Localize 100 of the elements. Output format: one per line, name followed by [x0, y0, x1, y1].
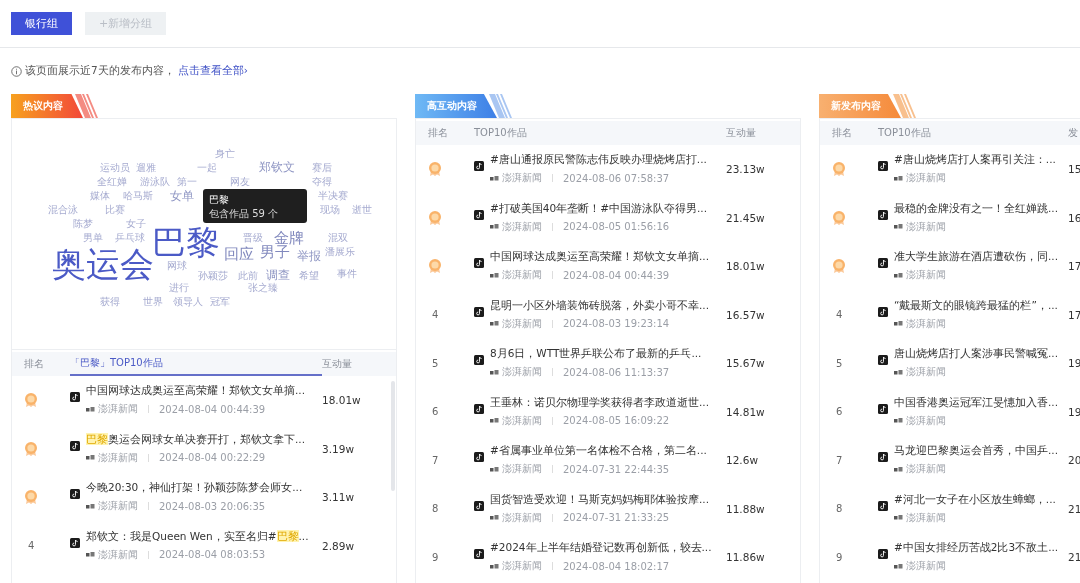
work-title[interactable]: 巴黎奥运会网球女单决赛开打，郑钦文拿下...	[86, 432, 322, 447]
column-header: TOP10作品	[878, 126, 932, 140]
word-cloud-word[interactable]: 晋级	[243, 233, 263, 243]
source-name: 澎湃新闻	[502, 365, 542, 380]
publish-time: 2024-07-31 22:44:35	[563, 463, 670, 475]
publish-time: 2024-08-04 00:44:39	[159, 403, 266, 415]
word-cloud-word[interactable]: 混双	[328, 233, 348, 243]
work-title[interactable]: #打破美国40年垄断！#中国游泳队夺得男...	[490, 201, 726, 216]
source-name: 澎湃新闻	[502, 219, 542, 234]
rank-number: 4	[431, 309, 439, 321]
word-cloud-word[interactable]: 赛后	[312, 163, 332, 173]
word-cloud-word[interactable]: 孙颖莎	[198, 271, 228, 281]
word-cloud-word[interactable]: 女单	[170, 190, 194, 202]
work-title[interactable]: #中国女排经历苦战2比3不敌土...	[894, 541, 1068, 556]
word-cloud-word[interactable]: 遛雅	[136, 163, 156, 173]
word-cloud-word[interactable]: 游泳队	[140, 177, 170, 187]
work-title[interactable]: 中国网球达成奥运至高荣耀！郑钦文女单摘...	[490, 250, 726, 265]
word-cloud-word[interactable]: 举报	[297, 250, 321, 262]
word-cloud-word[interactable]: 网友	[230, 177, 250, 187]
work-title[interactable]: 唐山烧烤店打人案涉事民警喊冤...	[894, 347, 1068, 362]
work-title[interactable]: 郑钦文：我是Queen Wen，实至名归#巴黎...	[86, 529, 322, 544]
work-title[interactable]: #河北一女子在小区放生蟑螂，...	[894, 492, 1068, 507]
source-name: 澎湃新闻	[98, 547, 138, 562]
column-header: 互动量	[322, 357, 353, 371]
group-button[interactable]: 银行组	[11, 12, 72, 35]
word-cloud-word[interactable]: 现场	[320, 205, 340, 215]
word-cloud-word[interactable]: 郑钦文	[259, 161, 295, 173]
word-cloud-word[interactable]: 领导人	[173, 297, 203, 307]
word-cloud-word[interactable]: 张之臻	[248, 283, 278, 293]
word-cloud-word[interactable]: 男子	[260, 245, 290, 260]
word-cloud-word[interactable]: 奥运会	[52, 247, 154, 281]
word-cloud-word[interactable]: 夺得	[312, 177, 332, 187]
word-cloud-word[interactable]: 全红婵	[97, 177, 127, 187]
work-title[interactable]: 准大学生旅游在酒店遭砍伤，同...	[894, 250, 1068, 265]
metric-value: 2.89w	[322, 539, 355, 552]
word-cloud-word[interactable]: 乒乓球	[115, 233, 145, 243]
word-cloud-word[interactable]: 网球	[167, 261, 187, 271]
work-title[interactable]: 今晚20:30，神仙打架！孙颖莎陈梦会师女...	[86, 481, 322, 496]
word-cloud-word[interactable]: 巴黎	[152, 225, 220, 259]
word-cloud-word[interactable]: 身亡	[215, 149, 235, 159]
works-tab[interactable]: 「巴黎」TOP10作品	[70, 352, 322, 376]
work-title[interactable]: 昆明一小区外墙装饰砖脱落，外卖小哥不幸...	[490, 298, 726, 313]
work-title[interactable]: 最稳的金牌没有之一！全红婵跳...	[894, 201, 1068, 216]
view-all-link[interactable]: 点击查看全部›	[177, 64, 248, 78]
word-cloud-word[interactable]: 男单	[83, 233, 103, 243]
source-logo-icon	[894, 563, 903, 569]
word-cloud-word[interactable]: 女子	[126, 219, 146, 229]
column-header: 排名	[831, 126, 853, 140]
work-title[interactable]: 8月6日，WTT世界乒联公布了最新的乒乓...	[490, 347, 726, 362]
word-cloud-word[interactable]: 金牌	[274, 231, 304, 246]
work-title[interactable]: 王垂林：诺贝尔物理学奖获得者李政道逝世...	[490, 395, 726, 410]
word-cloud-word[interactable]: 逝世	[352, 205, 372, 215]
video-app-icon	[70, 440, 80, 451]
source-logo-icon	[490, 369, 499, 375]
video-app-icon	[474, 355, 484, 366]
tooltip-text: 包含作品 59 个	[209, 207, 280, 221]
work-title[interactable]: #省属事业单位第一名体检不合格，第二名...	[490, 444, 726, 459]
work-title[interactable]: #2024年上半年结婚登记数再创新低，较去...	[490, 541, 726, 556]
source-logo-icon	[490, 224, 499, 230]
metric-value: 19	[1068, 405, 1080, 418]
word-cloud-word[interactable]: 回应	[224, 247, 254, 262]
word-cloud-word[interactable]: 世界	[143, 297, 163, 307]
video-app-icon	[474, 306, 484, 317]
source-logo-icon	[490, 466, 499, 472]
word-cloud-word[interactable]: 希望	[299, 271, 319, 281]
source-name: 澎湃新闻	[906, 219, 946, 234]
video-app-icon	[878, 161, 888, 172]
work-title[interactable]: #唐山烧烤店打人案再引关注：...	[894, 153, 1068, 168]
source-name: 澎湃新闻	[502, 510, 542, 525]
word-cloud-word[interactable]: 获得	[100, 297, 120, 307]
word-cloud-word[interactable]: 混合泳	[48, 205, 78, 215]
metric-value: 17	[1068, 260, 1080, 273]
video-app-icon	[474, 403, 484, 414]
word-cloud-word[interactable]: 比赛	[105, 205, 125, 215]
word-cloud-word[interactable]: 运动员	[100, 163, 130, 173]
rank-number: 7	[835, 454, 843, 466]
video-app-icon	[474, 549, 484, 560]
word-cloud-word[interactable]: 冠军	[210, 297, 230, 307]
tooltip-title: 巴黎	[209, 193, 230, 207]
word-cloud-word[interactable]: 哈马斯	[123, 191, 153, 201]
word-cloud-word[interactable]: 进行	[169, 283, 189, 293]
word-cloud-word[interactable]: 陈梦	[73, 219, 93, 229]
word-cloud-word[interactable]: 半决赛	[318, 191, 348, 201]
work-title[interactable]: 马龙迎巴黎奥运会首秀，中国乒...	[894, 444, 1068, 459]
source-logo-icon	[490, 418, 499, 424]
work-title[interactable]: 国货智造受欢迎！马斯克妈妈梅耶体验按摩...	[490, 492, 726, 507]
word-cloud-word[interactable]: 此前	[238, 271, 258, 281]
word-cloud-word[interactable]: 事件	[337, 269, 357, 279]
video-app-icon	[878, 306, 888, 317]
work-title[interactable]: 中国香港奥运冠军江旻憓加入香...	[894, 395, 1068, 410]
word-cloud-word[interactable]: 调查	[266, 269, 290, 281]
work-title[interactable]: 中国网球达成奥运至高荣耀！郑钦文女单摘...	[86, 384, 322, 399]
publish-time: 2024-07-31 21:33:25	[563, 512, 670, 524]
word-cloud-word[interactable]: 潘展乐	[325, 247, 355, 257]
metric-value: 18.01w	[726, 260, 766, 273]
publish-time: 2024-08-06 07:58:37	[563, 172, 670, 184]
work-title[interactable]: #唐山通报原民警陈志伟反映办理烧烤店打...	[490, 153, 726, 168]
work-title[interactable]: “戴最斯文的眼镜跨最猛的栏”，...	[894, 298, 1068, 313]
stripes-decoration	[893, 94, 917, 118]
word-cloud-word[interactable]: 媒体	[90, 191, 110, 201]
